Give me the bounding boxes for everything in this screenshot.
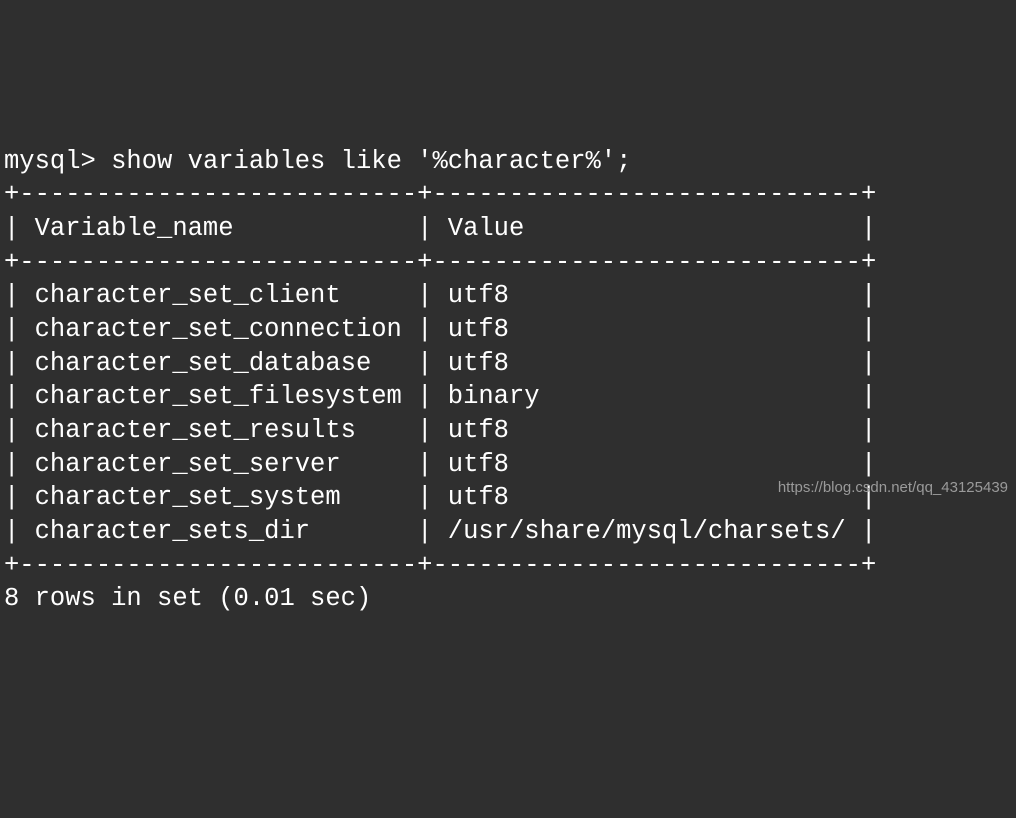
table-body: | character_set_client | utf8 | | charac…	[4, 281, 876, 546]
mysql-prompt: mysql>	[4, 147, 111, 176]
table-border-top: +--------------------------+------------…	[4, 180, 876, 209]
table-border-mid: +--------------------------+------------…	[4, 248, 876, 277]
sql-command: show variables like '%character%';	[111, 147, 631, 176]
table-border-bottom: +--------------------------+------------…	[4, 551, 876, 580]
watermark: https://blog.csdn.net/qq_43125439	[778, 478, 1008, 498]
result-footer: 8 rows in set (0.01 sec)	[4, 584, 371, 613]
terminal-output: mysql> show variables like '%character%'…	[4, 145, 1012, 616]
table-header-row: | Variable_name | Value |	[4, 214, 876, 243]
